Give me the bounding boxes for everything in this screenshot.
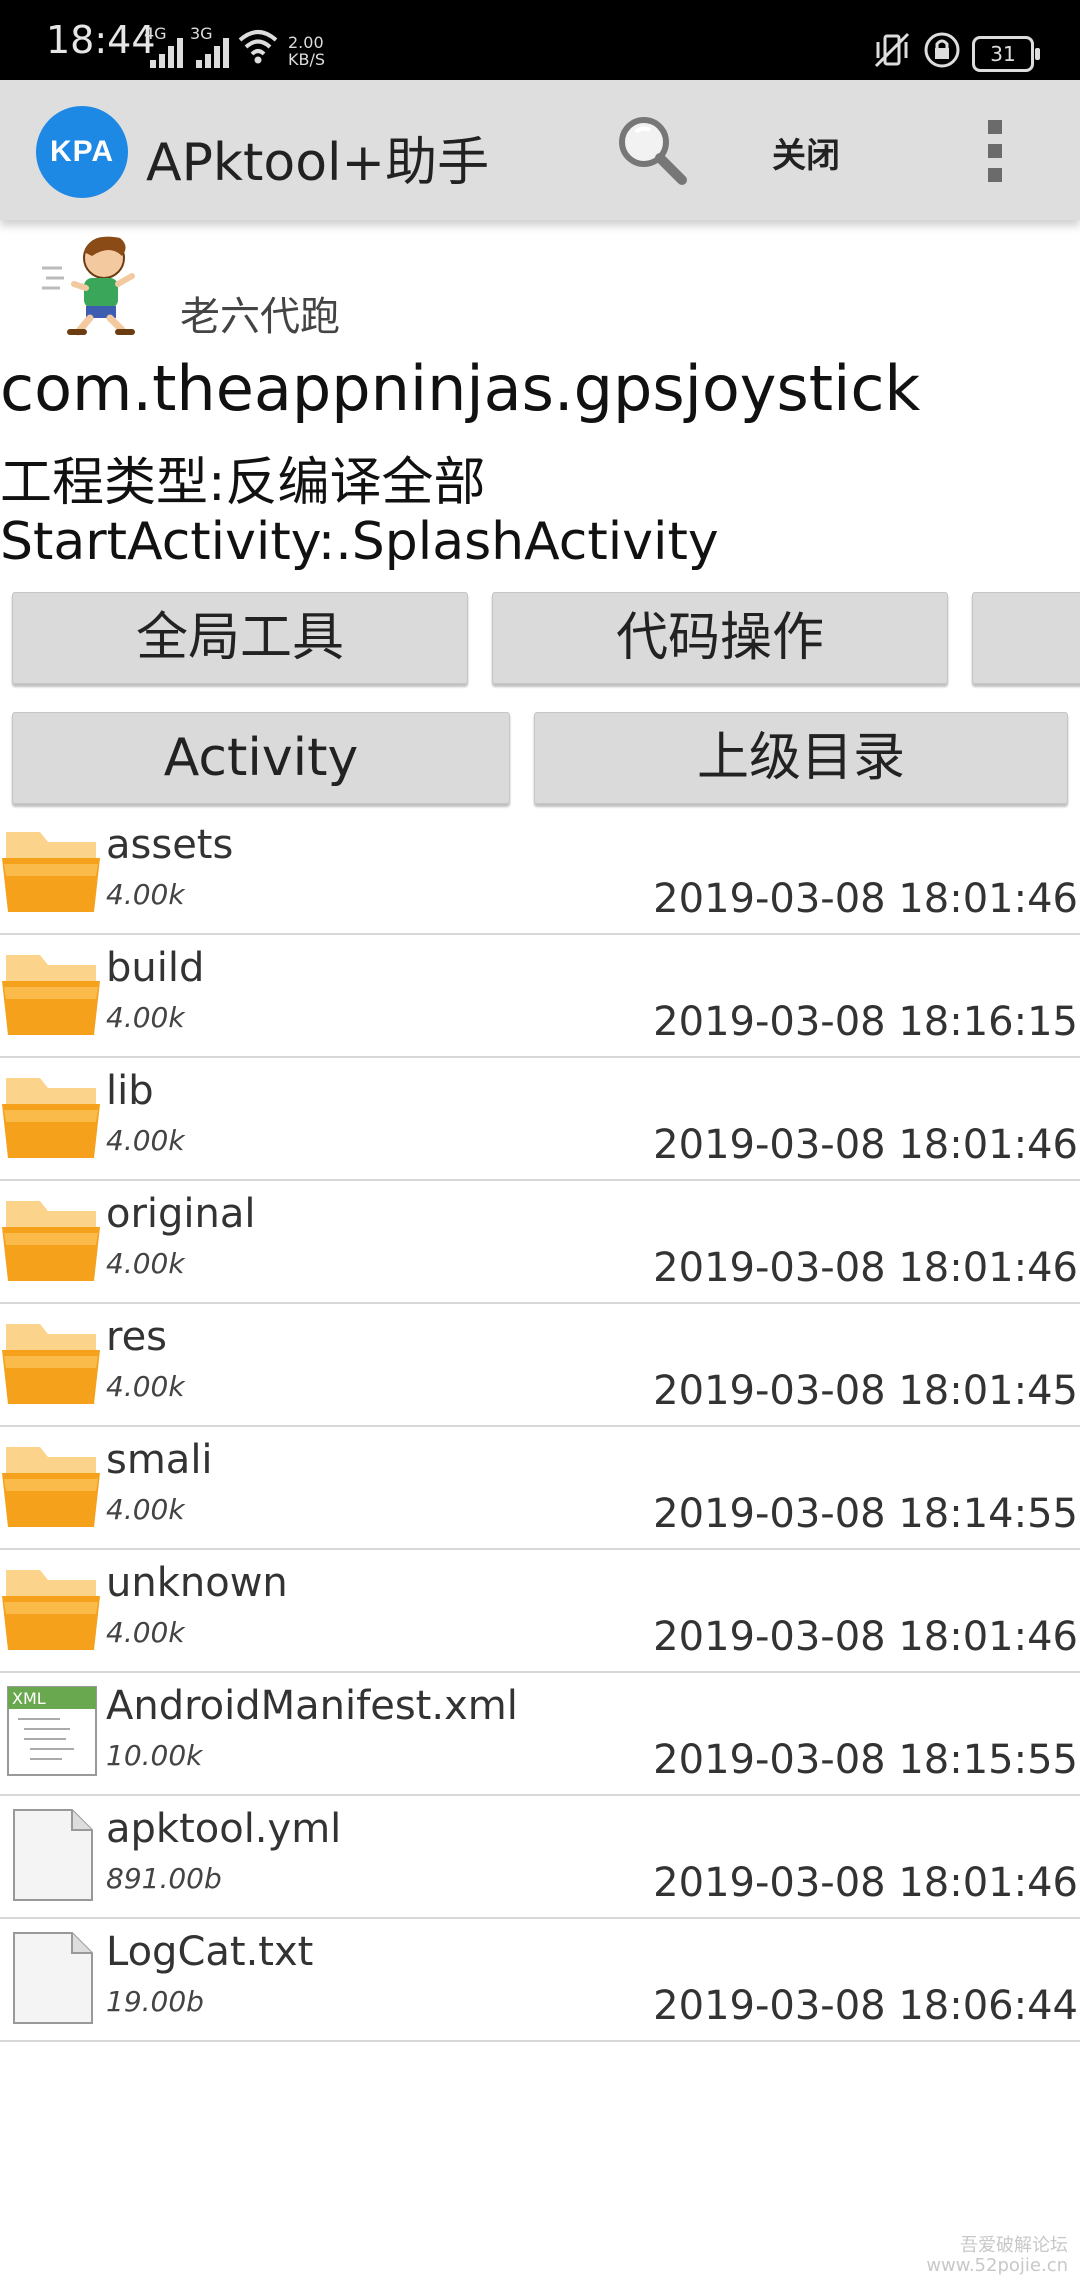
file-row[interactable]: lib 4.00k 2019-03-08 18:01:46 <box>0 1058 1080 1181</box>
file-row[interactable]: original 4.00k 2019-03-08 18:01:46 <box>0 1181 1080 1304</box>
file-date: 2019-03-08 18:01:45 <box>653 1368 1078 1414</box>
runner-avatar <box>42 236 135 336</box>
code-ops-button[interactable]: 代码操作 <box>492 592 948 684</box>
app-title: APktool+助手 <box>146 133 490 193</box>
more-buttons-partial[interactable] <box>972 592 1080 684</box>
file-name: AndroidManifest.xml <box>106 1683 518 1729</box>
app-toolbar: KPA APktool+助手 关闭 <box>0 80 1080 220</box>
status-bar: 18:44 4G 3G 2.00 KB/S 31 <box>0 0 1080 80</box>
file-name: build <box>106 945 205 991</box>
file-name: smali <box>106 1437 213 1483</box>
file-size: 4.00k <box>106 1370 185 1403</box>
file-row[interactable]: res 4.00k 2019-03-08 18:01:45 <box>0 1304 1080 1427</box>
file-row[interactable]: unknown 4.00k 2019-03-08 18:01:46 <box>0 1550 1080 1673</box>
file-name: lib <box>106 1068 154 1114</box>
file-date: 2019-03-08 18:01:46 <box>653 1860 1078 1906</box>
global-tools-button[interactable]: 全局工具 <box>12 592 468 684</box>
rotation-lock-icon <box>924 32 960 68</box>
file-date: 2019-03-08 18:01:46 <box>653 1245 1078 1291</box>
folder-icon <box>0 1193 104 1289</box>
file-date: 2019-03-08 18:01:46 <box>653 1614 1078 1660</box>
search-icon[interactable] <box>612 110 692 190</box>
file-row[interactable]: smali 4.00k 2019-03-08 18:14:55 <box>0 1427 1080 1550</box>
file-icon <box>0 1931 104 2027</box>
signal-icon-2 <box>192 34 229 68</box>
file-icon <box>0 1808 104 1904</box>
folder-icon <box>0 824 104 920</box>
package-name: com.theappninjas.gpsjoystick <box>0 352 921 425</box>
more-options-icon[interactable] <box>974 120 1014 186</box>
file-size: 4.00k <box>106 1124 185 1157</box>
file-size: 4.00k <box>106 878 185 911</box>
folder-icon <box>0 1562 104 1658</box>
folder-icon <box>0 947 104 1043</box>
file-date: 2019-03-08 18:16:15 <box>653 999 1078 1045</box>
battery-icon: 31 <box>972 36 1040 72</box>
watermark: 吾爱破解论坛 www.52pojie.cn <box>926 2235 1068 2276</box>
file-size: 4.00k <box>106 1247 185 1280</box>
file-date: 2019-03-08 18:06:44 <box>653 1983 1078 2029</box>
file-size: 10.00k <box>106 1739 203 1772</box>
folder-icon <box>0 1439 104 1535</box>
project-type: 工程类型:反编译全部 <box>0 453 486 513</box>
author-name: 老六代跑 <box>180 294 340 340</box>
file-name: apktool.yml <box>106 1806 342 1852</box>
file-row[interactable]: LogCat.txt 19.00b 2019-03-08 18:06:44 <box>0 1919 1080 2042</box>
file-date: 2019-03-08 18:01:46 <box>653 876 1078 922</box>
file-date: 2019-03-08 18:14:55 <box>653 1491 1078 1537</box>
svg-text:XML: XML <box>12 1689 46 1708</box>
file-row[interactable]: XML AndroidManifest.xml 10.00k 2019-03-08 1… <box>0 1673 1080 1796</box>
vibrate-mute-icon <box>874 32 910 68</box>
file-size: 4.00k <box>106 1616 185 1649</box>
signal-icon <box>146 34 183 68</box>
close-button[interactable]: 关闭 <box>772 128 840 177</box>
app-logo: KPA <box>36 106 128 198</box>
start-activity: StartActivity:.SplashActivity <box>0 512 719 572</box>
file-name: res <box>106 1314 168 1360</box>
status-time: 18:44 <box>46 18 156 62</box>
parent-directory-button[interactable]: 上级目录 <box>534 712 1068 804</box>
file-name: assets <box>106 822 234 868</box>
wifi-icon <box>238 30 278 64</box>
file-name: LogCat.txt <box>106 1929 314 1975</box>
file-name: original <box>106 1191 256 1237</box>
file-date: 2019-03-08 18:01:46 <box>653 1122 1078 1168</box>
activity-button[interactable]: Activity <box>12 712 510 804</box>
file-row[interactable]: apktool.yml 891.00b 2019-03-08 18:01:46 <box>0 1796 1080 1919</box>
folder-icon <box>0 1070 104 1166</box>
file-size: 4.00k <box>106 1493 185 1526</box>
xml-file-icon: XML <box>0 1685 104 1781</box>
network-speed: 2.00 KB/S <box>288 33 326 69</box>
file-row[interactable]: build 4.00k 2019-03-08 18:16:15 <box>0 935 1080 1058</box>
file-size: 891.00b <box>106 1862 222 1895</box>
file-size: 4.00k <box>106 1001 185 1034</box>
file-date: 2019-03-08 18:15:55 <box>653 1737 1078 1783</box>
file-size: 19.00b <box>106 1985 204 2018</box>
file-name: unknown <box>106 1560 288 1606</box>
file-list: assets 4.00k 2019-03-08 18:01:46 build 4.00k… <box>0 812 1080 2042</box>
folder-icon <box>0 1316 104 1412</box>
battery-level: 31 <box>990 42 1016 66</box>
file-row[interactable]: assets 4.00k 2019-03-08 18:01:46 <box>0 812 1080 935</box>
